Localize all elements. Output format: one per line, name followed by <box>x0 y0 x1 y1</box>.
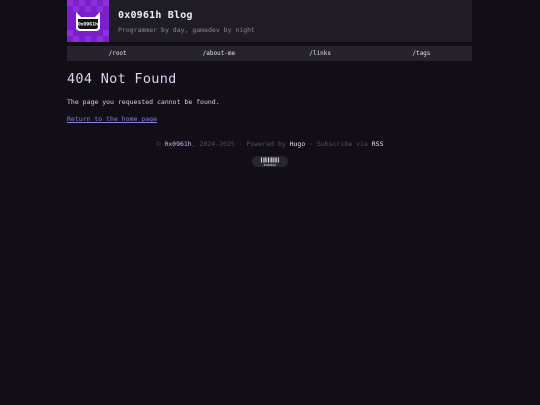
footer-subscribe-text: · Subscribe via <box>305 140 372 148</box>
footer-author-link[interactable]: 0x0961h <box>164 140 191 148</box>
site-logo[interactable]: 0x0961h <box>67 0 109 42</box>
barcode-badge-icon[interactable]: 0x0961h <box>252 156 288 167</box>
copyright-symbol: © <box>156 140 161 148</box>
nav-item-links[interactable]: /links <box>270 46 371 61</box>
footer-years-text: , 2024-2025 · Powered by <box>191 140 290 148</box>
site-titles: 0x0961h Blog Programmer by day, gamedev … <box>109 0 255 42</box>
site-footer: © 0x0961h, 2024-2025 · Powered by Hugo ·… <box>0 140 540 148</box>
nav-item-about-me[interactable]: /about-me <box>168 46 269 61</box>
page-title: 404 Not Found <box>67 71 177 87</box>
home-link[interactable]: Return to the home page <box>67 115 157 123</box>
site-subtitle: Programmer by day, gamedev by night <box>118 26 255 34</box>
nav-item-tags[interactable]: /tags <box>371 46 472 61</box>
main-nav: /root /about-me /links /tags <box>67 46 472 61</box>
footer-rss-link[interactable]: RSS <box>372 140 384 148</box>
nav-item-root[interactable]: /root <box>67 46 168 61</box>
cat-mask-logo-icon: 0x0961h <box>67 0 109 42</box>
svg-text:0x0961h: 0x0961h <box>264 163 277 167</box>
footer-hugo-link[interactable]: Hugo <box>290 140 306 148</box>
site-header: 0x0961h 0x0961h Blog Programmer by day, … <box>67 0 472 42</box>
site-title[interactable]: 0x0961h Blog <box>118 9 255 22</box>
svg-text:0x0961h: 0x0961h <box>78 22 98 27</box>
error-message: The page you requested cannot be found. <box>67 98 220 106</box>
page: 0x0961h 0x0961h Blog Programmer by day, … <box>0 0 540 405</box>
main-content: 404 Not Found The page you requested can… <box>67 70 472 125</box>
